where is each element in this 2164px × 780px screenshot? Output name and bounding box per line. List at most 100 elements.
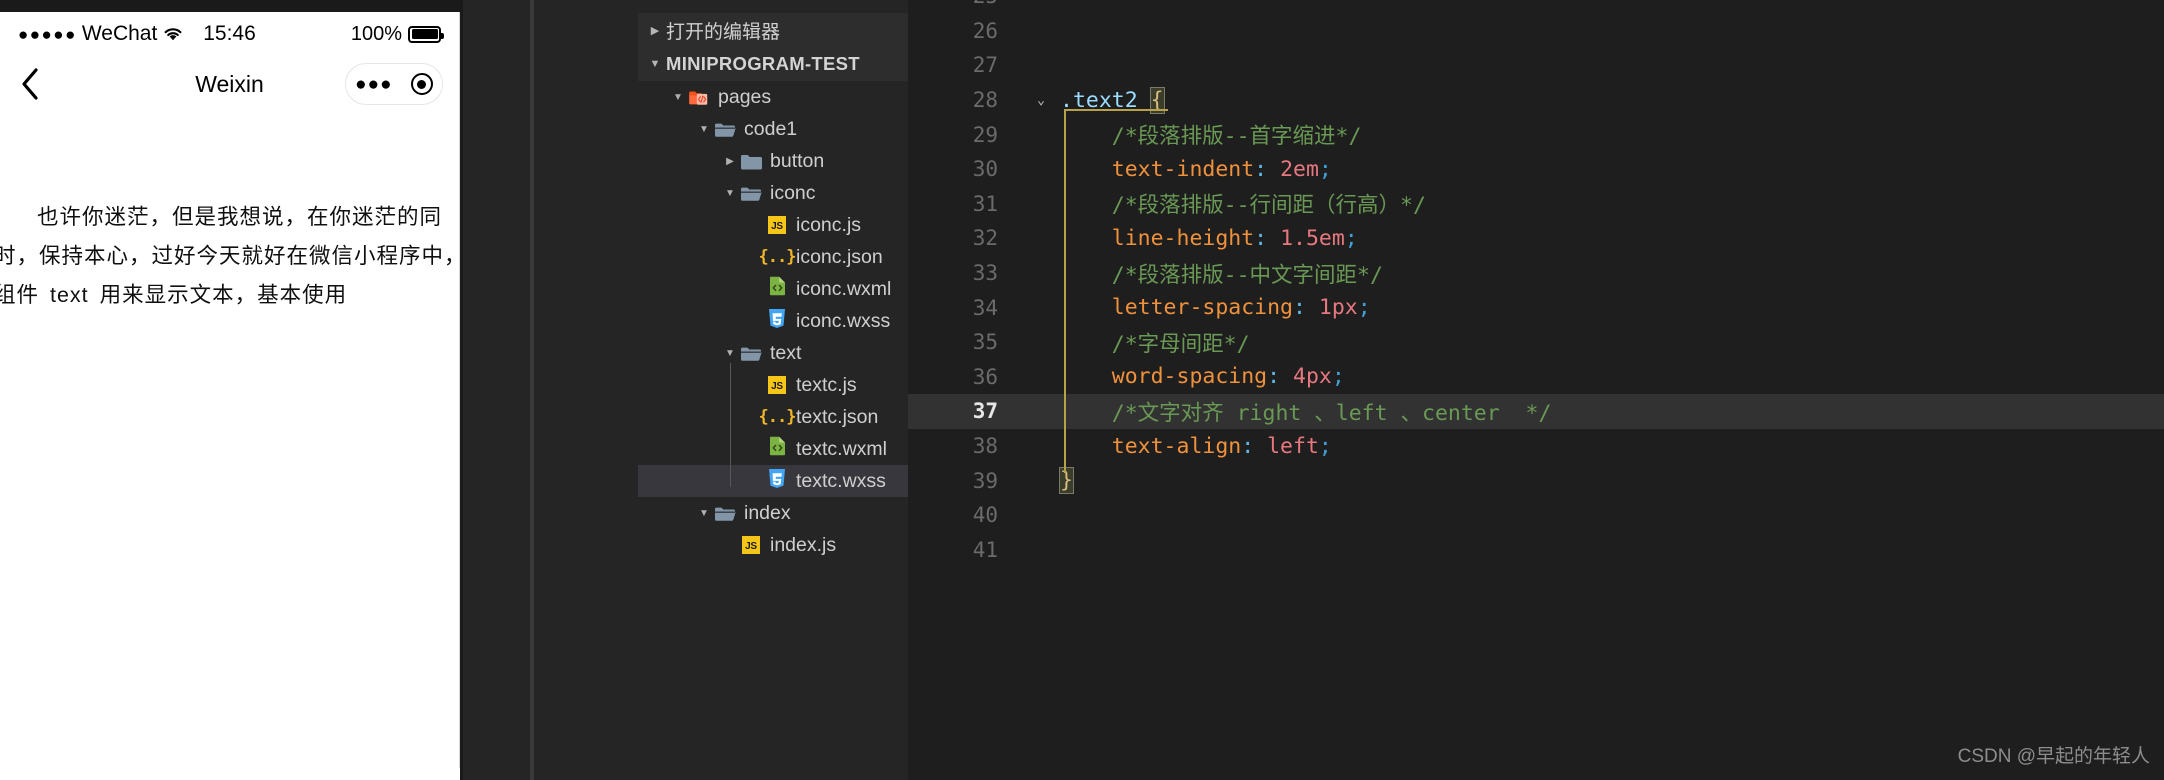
tree-folder-row[interactable]: ▶ button [638, 145, 908, 177]
code-token: : [1267, 364, 1280, 389]
fold-chevron-icon[interactable]: ⌄ [1026, 93, 1056, 108]
tree-folder-row[interactable]: ▼ iconc [638, 177, 908, 209]
code-line[interactable]: 31 /*段落排版--行间距（行高）*/ [908, 187, 2164, 222]
wechat-capsule-button[interactable]: ●●● [345, 63, 443, 105]
tree-folder-row[interactable]: ▼code1 [638, 113, 908, 145]
code-line[interactable]: 33 /*段落排版--中文字间距*/ [908, 256, 2164, 291]
section-open-editors[interactable]: ▶ 打开的编辑器 [638, 13, 908, 47]
tree-file-row[interactable]: {..}textc.json [638, 401, 908, 433]
tree-file-row[interactable]: {..}iconc.json [638, 241, 908, 273]
code-line[interactable]: 27 [908, 48, 2164, 83]
code-line[interactable]: 30 text-indent: 2em; [908, 152, 2164, 187]
line-number: 27 [908, 53, 1026, 77]
tree-folder-row[interactable]: ▼text [638, 337, 908, 369]
line-number: 33 [908, 261, 1026, 285]
chevron-right-icon[interactable]: ▶ [722, 156, 738, 167]
chevron-down-icon[interactable]: ▼ [670, 92, 686, 103]
tree-folder-row[interactable]: ▼ index [638, 497, 908, 529]
tree-item-label: button [770, 150, 824, 173]
chevron-down-icon[interactable]: ▼ [696, 124, 712, 135]
line-number: 25 [908, 0, 1026, 8]
line-number: 35 [908, 330, 1026, 354]
code-token: ; [1358, 295, 1371, 320]
tree-file-row[interactable]: iconc.wxml [638, 273, 908, 305]
tree-indent-guide [730, 363, 731, 487]
tree-folder-row[interactable]: ▼ pages [638, 81, 908, 113]
chevron-down-icon[interactable]: ▼ [722, 188, 738, 199]
code-line[interactable]: 38 text-align: left; [908, 429, 2164, 464]
code-text: /*段落排版--中文字间距*/ [1056, 258, 1383, 289]
code-token: : [1241, 434, 1254, 459]
wxss-icon [764, 468, 790, 495]
js-file-icon: JS [768, 216, 786, 234]
chevron-right-icon[interactable]: ▶ [646, 24, 664, 37]
code-text: /*字母间距*/ [1056, 327, 1250, 358]
code-line[interactable]: 35 /*字母间距*/ [908, 325, 2164, 360]
section-project-root[interactable]: ▼ MINIPROGRAM-TEST [638, 47, 908, 81]
tree-item-label: pages [718, 86, 771, 109]
code-line[interactable]: 36 word-spacing: 4px; [908, 360, 2164, 395]
back-chevron-icon[interactable] [16, 70, 44, 98]
tree-item-label: textc.wxml [796, 438, 887, 461]
signal-dots-icon: ●●●●● [18, 26, 77, 43]
tree-file-row[interactable]: JSindex.js [638, 529, 908, 561]
folder-open-icon [738, 345, 764, 362]
tree-file-row[interactable]: iconc.wxss [638, 305, 908, 337]
tree-file-row[interactable]: JS iconc.js [638, 209, 908, 241]
code-token: 1.5em [1267, 226, 1345, 251]
code-line[interactable]: 37 /*文字对齐 right 、left 、center */ [908, 394, 2164, 429]
line-number: 38 [908, 434, 1026, 458]
bracket-indent-guide-top [1064, 109, 1168, 111]
code-token: : [1254, 157, 1267, 182]
line-number: 37 [908, 399, 1026, 423]
code-token: : [1254, 226, 1267, 251]
tree-item-label: iconc.wxss [796, 310, 890, 333]
chevron-down-icon[interactable]: ▼ [722, 348, 738, 359]
code-line[interactable]: 41 [908, 533, 2164, 568]
code-token: } [1060, 468, 1073, 493]
battery-icon [408, 26, 441, 43]
code-line[interactable]: 28⌄.text2 { [908, 83, 2164, 118]
line-number: 32 [908, 226, 1026, 250]
wxml-icon [764, 276, 790, 302]
code-line[interactable]: 26 [908, 14, 2164, 49]
code-line[interactable]: 25 [908, 0, 2164, 14]
json-icon: {..} [764, 407, 790, 427]
section-project-root-label: MINIPROGRAM-TEST [666, 53, 860, 75]
code-text: /*段落排版--行间距（行高）*/ [1056, 188, 1426, 219]
target-circle-icon[interactable] [411, 73, 433, 95]
tree-item-label: iconc [770, 182, 816, 205]
code-token: /*段落排版--行间距（行高）*/ [1060, 193, 1426, 218]
tree-file-row[interactable]: textc.wxss [638, 465, 908, 497]
tree-item-label: index [744, 502, 791, 525]
line-number: 31 [908, 192, 1026, 216]
code-line[interactable]: 39} [908, 463, 2164, 498]
tree-file-row[interactable]: JS textc.js [638, 369, 908, 401]
js-icon: JS [764, 376, 790, 394]
more-dots-icon[interactable]: ●●● [355, 75, 392, 94]
code-text: text-indent: 2em; [1056, 157, 1332, 182]
tree-file-row[interactable]: textc.wxml [638, 433, 908, 465]
file-explorer-sidebar: ▶ 打开的编辑器 ▼ MINIPROGRAM-TEST ▼ pages ▼code1… [638, 0, 908, 780]
line-number: 39 [908, 469, 1026, 493]
tree-item-label: iconc.js [796, 214, 861, 237]
json-file-icon: {..} [759, 247, 796, 267]
line-number: 29 [908, 123, 1026, 147]
wxss-file-icon [768, 308, 786, 335]
code-lines-container[interactable]: 25 26 27 28⌄.text2 {29 /*段落排版--首字缩进*/30 tex… [908, 0, 2164, 567]
chevron-down-icon[interactable]: ▼ [696, 508, 712, 519]
code-editor[interactable]: 25 26 27 28⌄.text2 {29 /*段落排版--首字缩进*/30 tex… [908, 0, 2164, 780]
folder-open-icon [712, 121, 738, 138]
code-line[interactable]: 34 letter-spacing: 1px; [908, 290, 2164, 325]
wxml-file-icon [769, 436, 786, 462]
folder-open-icon [712, 505, 738, 522]
code-line[interactable]: 40 [908, 498, 2164, 533]
code-token: line-height [1060, 226, 1254, 251]
js-file-icon: JS [768, 376, 786, 394]
tree-item-label: textc.js [796, 374, 857, 397]
code-token: ; [1319, 157, 1332, 182]
code-line[interactable]: 32 line-height: 1.5em; [908, 221, 2164, 256]
code-token: ; [1345, 226, 1358, 251]
code-line[interactable]: 29 /*段落排版--首字缩进*/ [908, 117, 2164, 152]
chevron-down-icon[interactable]: ▼ [646, 58, 664, 70]
